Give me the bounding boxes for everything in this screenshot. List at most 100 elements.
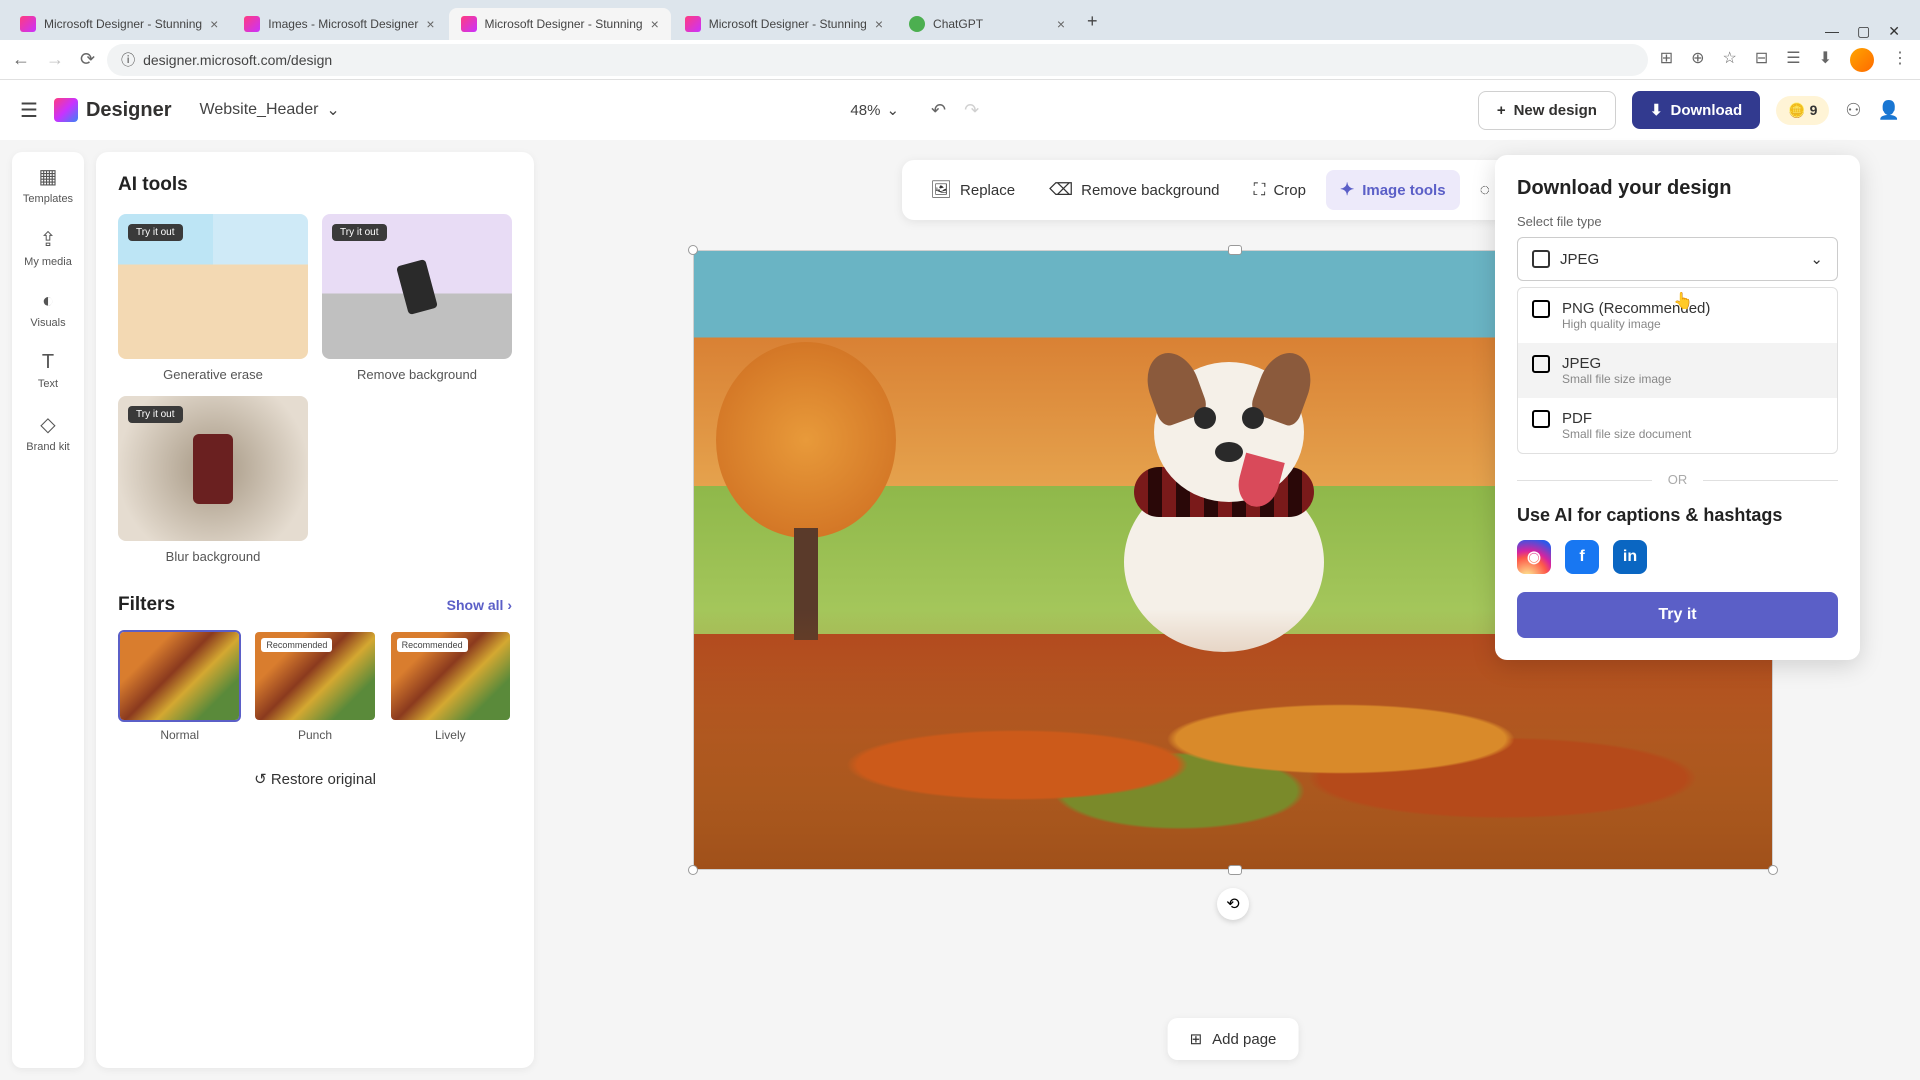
install-icon[interactable]: ⊞ (1660, 48, 1673, 72)
tool-remove-bg[interactable]: ⌫Remove background (1035, 170, 1233, 210)
option-pdf[interactable]: PDFSmall file size document (1518, 398, 1837, 453)
ai-card-remove-background[interactable]: Try it out Remove background (322, 214, 512, 382)
redo-icon[interactable]: ↷ (964, 100, 979, 121)
resize-handle-br[interactable] (1768, 865, 1778, 875)
visuals-icon: ◐ (42, 290, 54, 313)
popover-title: Download your design (1517, 177, 1838, 200)
zoom-dropdown[interactable]: 48% ⌄ (850, 101, 899, 119)
browser-tab[interactable]: Microsoft Designer - Stunning× (8, 8, 230, 40)
option-title: PNG (Recommended) (1562, 300, 1710, 317)
resize-handle-tl[interactable] (688, 245, 698, 255)
filter-thumb: Recommended (253, 630, 376, 722)
back-icon[interactable]: ← (12, 49, 30, 70)
credits-count: 9 (1810, 102, 1818, 118)
try-badge: Try it out (128, 406, 183, 423)
url-input[interactable]: ⓘ designer.microsoft.com/design (107, 44, 1648, 76)
reload-icon[interactable]: ⟳ (80, 49, 95, 70)
project-name-dropdown[interactable]: Website_Header ⌄ (188, 94, 352, 126)
close-icon[interactable]: × (1057, 16, 1065, 32)
filter-label: Punch (253, 728, 376, 742)
browser-tab[interactable]: Microsoft Designer - Stunning× (673, 8, 895, 40)
rotate-handle[interactable]: ⟲ (1217, 888, 1249, 920)
add-page-button[interactable]: ⊞ Add page (1168, 1018, 1299, 1060)
close-icon[interactable]: × (426, 16, 434, 32)
maximize-icon[interactable]: ▢ (1857, 23, 1870, 40)
tool-crop[interactable]: ⛶Crop (1240, 170, 1320, 210)
resize-handle-bm[interactable] (1228, 865, 1242, 875)
plus-icon: + (1497, 102, 1506, 119)
option-sub: Small file size image (1562, 372, 1671, 386)
facebook-icon[interactable]: f (1565, 540, 1599, 574)
site-info-icon[interactable]: ⓘ (121, 50, 135, 70)
account-icon[interactable]: 👤 (1878, 100, 1900, 121)
show-all-link[interactable]: Show all › (447, 597, 512, 613)
favicon-icon (909, 16, 925, 32)
new-tab-button[interactable]: + (1079, 3, 1106, 40)
share-icon[interactable]: ⚇ (1845, 100, 1861, 121)
ai-card-label: Remove background (322, 367, 512, 382)
try-badge: Try it out (332, 224, 387, 241)
resize-handle-tm[interactable] (1228, 245, 1242, 255)
filter-label: Lively (389, 728, 512, 742)
app-logo[interactable]: Designer (54, 98, 172, 122)
extensions-icon[interactable]: ⊟ (1755, 48, 1768, 72)
minimize-icon[interactable]: — (1825, 23, 1839, 40)
credits-badge[interactable]: 🪙 9 (1776, 96, 1829, 125)
close-icon[interactable]: × (651, 16, 659, 32)
menu-icon[interactable]: ⋮ (1892, 48, 1908, 72)
forward-icon[interactable]: → (46, 49, 64, 70)
try-it-button[interactable]: Try it (1517, 592, 1838, 638)
file-type-dropdown[interactable]: JPEG ⌄ 👆 (1517, 237, 1838, 281)
browser-tab[interactable]: Images - Microsoft Designer× (232, 8, 446, 40)
option-png[interactable]: PNG (Recommended)High quality image (1518, 288, 1837, 343)
zoom-icon[interactable]: ⊕ (1691, 48, 1704, 72)
app-name: Designer (86, 99, 172, 122)
ai-card-label: Generative erase (118, 367, 308, 382)
browser-tab[interactable]: ChatGPT× (897, 8, 1077, 40)
download-button[interactable]: ⬇ Download (1632, 91, 1760, 129)
new-design-label: New design (1514, 102, 1597, 119)
show-all-label: Show all (447, 597, 504, 613)
rail-my-media[interactable]: ⇪My media (24, 227, 72, 268)
resize-handle-bl[interactable] (688, 865, 698, 875)
selected-file-type: JPEG (1560, 251, 1599, 268)
zoom-value: 48% (850, 102, 880, 119)
tool-replace[interactable]: 🖼Replace (916, 170, 1029, 210)
undo-icon[interactable]: ↶ (931, 100, 946, 121)
new-design-button[interactable]: + New design (1478, 91, 1616, 130)
rail-text[interactable]: TText (38, 351, 58, 390)
download-label: Download (1671, 102, 1743, 119)
filter-punch[interactable]: Recommended Punch (253, 630, 376, 742)
ai-card-blur-background[interactable]: Try it out Blur background (118, 396, 308, 564)
filter-lively[interactable]: Recommended Lively (389, 630, 512, 742)
browser-tab-active[interactable]: Microsoft Designer - Stunning× (449, 8, 671, 40)
option-title: JPEG (1562, 355, 1671, 372)
ai-card-generative-erase[interactable]: Try it out Generative erase (118, 214, 308, 382)
image-icon (1532, 250, 1550, 268)
hamburger-icon[interactable]: ☰ (20, 98, 38, 123)
browser-tab-strip: Microsoft Designer - Stunning× Images - … (0, 0, 1920, 40)
instagram-icon[interactable]: ◉ (1517, 540, 1551, 574)
close-window-icon[interactable]: ✕ (1888, 23, 1900, 40)
downloads-icon[interactable]: ⬇ (1819, 48, 1832, 72)
option-sub: Small file size document (1562, 427, 1691, 441)
profile-avatar[interactable] (1850, 48, 1874, 72)
restore-original-button[interactable]: ↺ Restore original (118, 760, 512, 798)
close-icon[interactable]: × (875, 16, 883, 32)
tool-image-tools[interactable]: ✦Image tools (1326, 170, 1460, 210)
filter-normal[interactable]: Normal (118, 630, 241, 742)
reading-list-icon[interactable]: ☰ (1786, 48, 1800, 72)
tool-label: Remove background (1081, 182, 1219, 199)
tool-label: Crop (1273, 182, 1306, 199)
ai-thumb: Try it out (322, 214, 512, 359)
linkedin-icon[interactable]: in (1613, 540, 1647, 574)
option-title: PDF (1562, 410, 1691, 427)
filter-thumb (118, 630, 241, 722)
rail-brand-kit[interactable]: ◇Brand kit (26, 412, 69, 453)
option-jpeg[interactable]: JPEGSmall file size image (1518, 343, 1837, 398)
bookmark-icon[interactable]: ☆ (1723, 48, 1737, 72)
rail-visuals[interactable]: ◐Visuals (30, 290, 65, 329)
rail-templates[interactable]: ▦Templates (23, 164, 73, 205)
project-name-text: Website_Header (200, 101, 319, 119)
close-icon[interactable]: × (210, 16, 218, 32)
